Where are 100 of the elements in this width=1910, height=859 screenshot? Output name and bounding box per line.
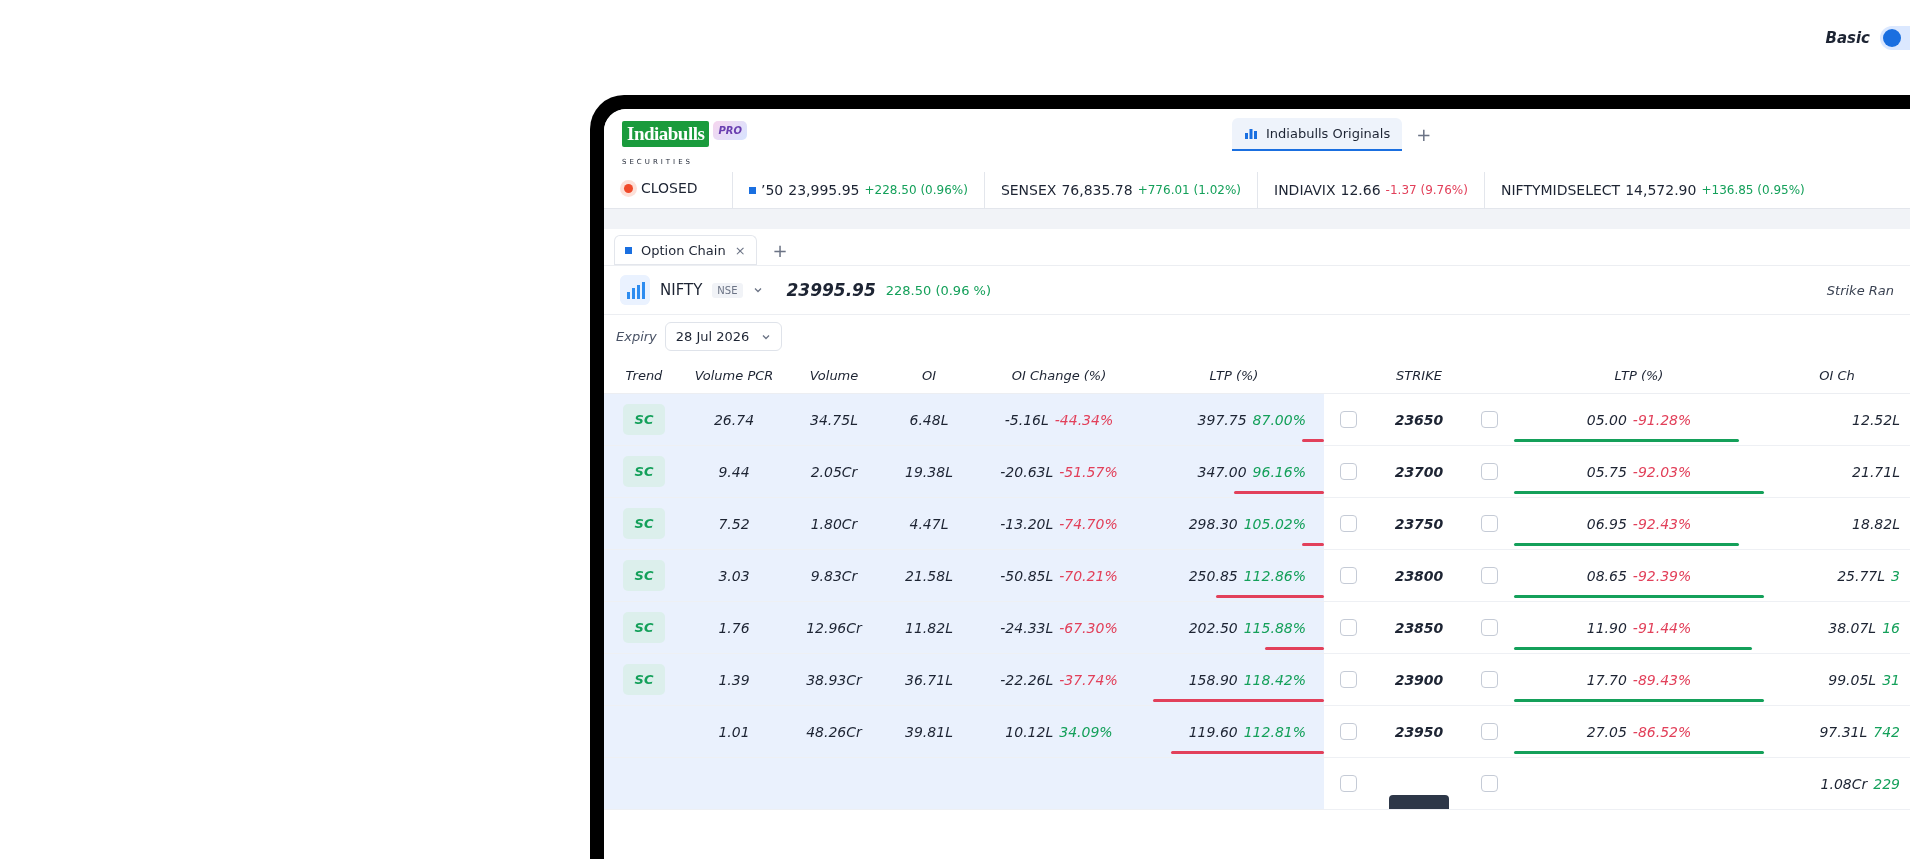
mode-label: Basic <box>1825 29 1870 47</box>
checkbox[interactable] <box>1481 567 1498 584</box>
ltp-percent: 96.16% <box>1252 463 1306 480</box>
panel-tab[interactable]: Option Chain × <box>614 235 757 265</box>
oi-change-percent: 229 <box>1873 775 1900 792</box>
index-ticker[interactable]: NIFTYMIDSELECT 14,572.90 +136.85 (0.95%) <box>1483 172 1821 208</box>
ltp-value: 202.50 <box>1188 619 1238 636</box>
ltp-percent: -91.28% <box>1632 411 1692 428</box>
ltp-value: 05.75 <box>1586 463 1627 480</box>
volume-pcr-value: 9.44 <box>718 463 750 480</box>
oi-value: 12.52L <box>1852 411 1900 428</box>
status-dot-icon <box>624 183 633 193</box>
bar-chart-icon <box>1244 126 1258 140</box>
volume-pcr-value: 1.76 <box>718 619 750 636</box>
brand-logo: Indiabulls <box>622 121 710 147</box>
price-change: 228.50 (0.96 %) <box>885 282 991 298</box>
strike-value: 23800 <box>1394 567 1444 584</box>
checkbox[interactable] <box>1481 411 1498 428</box>
oi-change-value: -20.63L <box>1000 463 1054 480</box>
ltp-value: 347.00 <box>1197 463 1247 480</box>
index-ticker[interactable]: SENSEX 76,835.78 +776.01 (1.02%) <box>983 172 1257 208</box>
oi-change-percent: -51.57% <box>1059 463 1118 480</box>
trend-tag: SC <box>622 456 666 487</box>
ltp-value: 06.95 <box>1586 515 1627 532</box>
ltp-value: 05.00 <box>1586 411 1627 428</box>
ltp-value: 397.75 <box>1197 411 1247 428</box>
checkbox[interactable] <box>1340 775 1357 792</box>
oi-value: 18.82L <box>1852 515 1900 532</box>
oi-change-percent: -74.70% <box>1059 515 1118 532</box>
ltp-value: 250.85 <box>1188 567 1238 584</box>
oi-change-percent: -37.74% <box>1059 671 1118 688</box>
oi-change-percent: 3 <box>1891 567 1900 584</box>
oi-change-value: -13.20L <box>1000 515 1054 532</box>
ltp-percent: -92.03% <box>1632 463 1692 480</box>
pro-badge: PRO <box>713 121 747 140</box>
checkbox[interactable] <box>1340 411 1357 428</box>
checkbox[interactable] <box>1481 515 1498 532</box>
instrument-symbol[interactable]: NIFTY <box>660 281 703 299</box>
ltp-value: 158.90 <box>1188 671 1238 688</box>
volume-value: 9.83Cr <box>810 567 858 584</box>
oi-change-value: 10.12L <box>1005 723 1054 740</box>
mode-switch[interactable] <box>1880 26 1910 50</box>
strike-value: 23900 <box>1394 671 1444 688</box>
app-tab[interactable]: Indiabulls Originals <box>1232 117 1403 151</box>
ltp-value: 08.65 <box>1586 567 1627 584</box>
ltp-value: 298.30 <box>1188 515 1238 532</box>
checkbox[interactable] <box>1481 671 1498 688</box>
strike-value: 23700 <box>1394 463 1444 480</box>
volume-value: 2.05Cr <box>810 463 858 480</box>
strike-value: 23850 <box>1394 619 1444 636</box>
instrument-price: 23995.95 <box>786 280 876 300</box>
checkbox[interactable] <box>1340 567 1357 584</box>
exchange-tag: NSE <box>712 282 743 298</box>
ltp-percent: 112.81% <box>1243 723 1306 740</box>
oi-change-percent: 16 <box>1882 619 1900 636</box>
oi-value: 21.58L <box>905 567 953 584</box>
close-button[interactable]: × <box>734 243 746 258</box>
ltp-value: 11.90 <box>1586 619 1627 636</box>
ltp-percent: -92.43% <box>1632 515 1692 532</box>
trend-tag: SC <box>622 612 666 643</box>
checkbox[interactable] <box>1340 619 1357 636</box>
checkbox[interactable] <box>1340 671 1357 688</box>
checkbox[interactable] <box>1481 619 1498 636</box>
checkbox[interactable] <box>1481 463 1498 480</box>
square-icon <box>625 247 632 254</box>
add-tab-button[interactable]: + <box>768 239 792 261</box>
oi-change-percent: 742 <box>1873 723 1900 740</box>
volume-pcr-value: 26.74 <box>713 411 755 428</box>
oi-value: 1.08Cr <box>1820 775 1868 792</box>
trend-tag: SC <box>622 664 666 695</box>
volume-value: 1.80Cr <box>810 515 858 532</box>
oi-value: 39.81L <box>905 723 953 740</box>
ltp-percent: 118.42% <box>1243 671 1306 688</box>
oi-change-value: -24.33L <box>1000 619 1054 636</box>
volume-value: 34.75L <box>810 411 858 428</box>
oi-change-percent: -67.30% <box>1059 619 1118 636</box>
index-ticker[interactable]: ’50 23,995.95 +228.50 (0.96%) <box>732 172 984 208</box>
expiry-dropdown[interactable]: 28 Jul 2026 <box>664 322 783 351</box>
trend-tag: SC <box>622 508 666 539</box>
ltp-value: 17.70 <box>1586 671 1627 688</box>
ltp-percent: 105.02% <box>1243 515 1306 532</box>
checkbox[interactable] <box>1340 515 1357 532</box>
checkbox[interactable] <box>1481 723 1498 740</box>
oi-change-percent: 31 <box>1882 671 1900 688</box>
checkbox[interactable] <box>1340 463 1357 480</box>
oi-value: 4.47L <box>909 515 949 532</box>
ltp-percent: 112.86% <box>1243 567 1306 584</box>
volume-pcr-value: 1.01 <box>718 723 750 740</box>
strike-value: 23750 <box>1394 515 1444 532</box>
oi-value: 6.48L <box>909 411 949 428</box>
oi-value: 99.05L <box>1828 671 1877 688</box>
expiry-label: Expiry <box>616 329 657 344</box>
add-tab-button[interactable]: + <box>1412 123 1436 145</box>
ltp-percent: -92.39% <box>1632 567 1692 584</box>
volume-pcr-value: 3.03 <box>718 567 750 584</box>
oi-value: 11.82L <box>905 619 953 636</box>
checkbox[interactable] <box>1340 723 1357 740</box>
oi-change-percent: 34.09% <box>1059 723 1113 740</box>
index-ticker[interactable]: INDIAVIX 12.66 -1.37 (9.76%) <box>1257 172 1484 208</box>
checkbox[interactable] <box>1481 775 1498 792</box>
